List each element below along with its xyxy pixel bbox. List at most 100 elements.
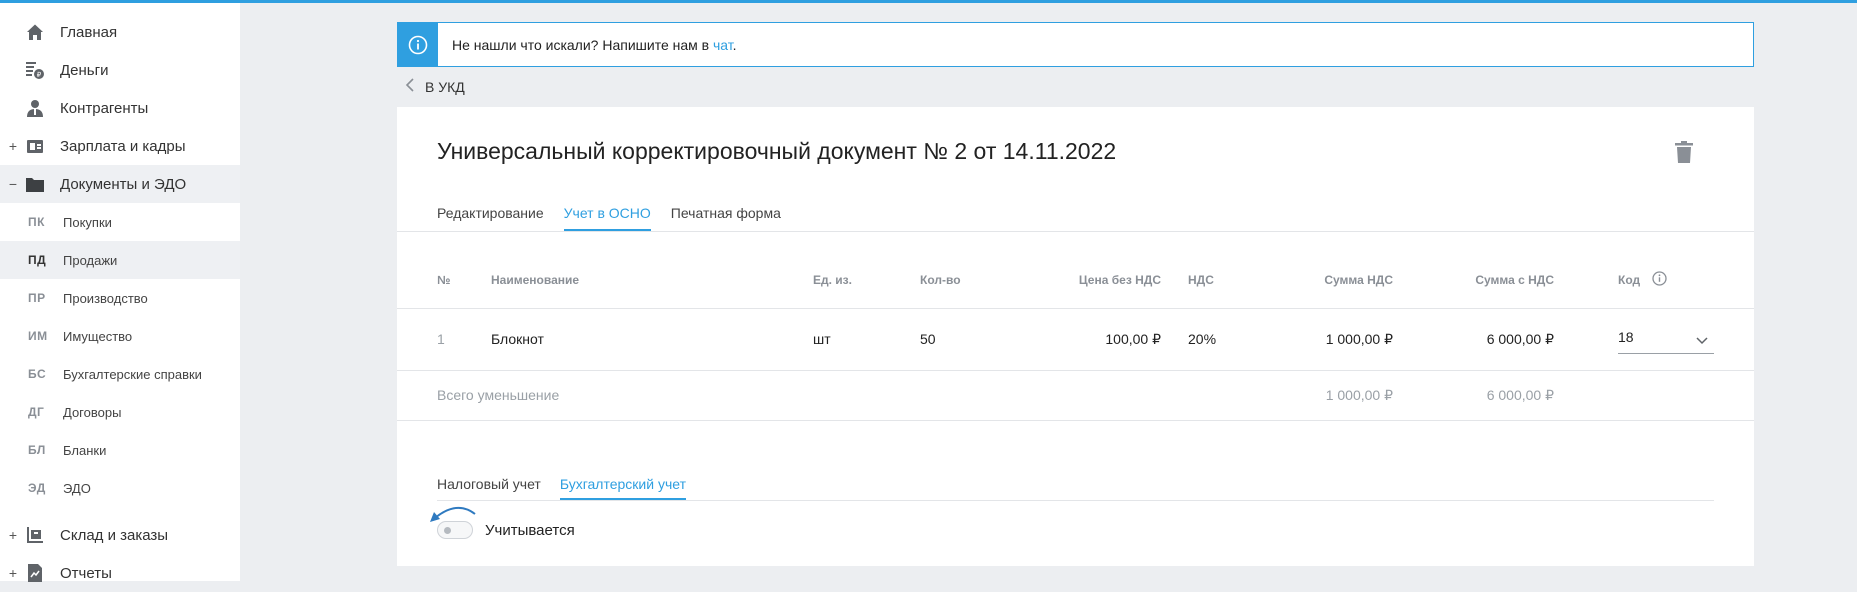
sidebar-subitem-forms[interactable]: БЛ Бланки [0,431,240,469]
expand-icon[interactable]: + [8,565,18,581]
document-card: Универсальный корректировочный документ … [397,107,1754,566]
sidebar-subitem-label: Бухгалтерские справки [63,366,202,382]
warehouse-icon [25,525,45,545]
contractors-icon [25,98,45,118]
accounted-toggle-label: Учитывается [485,522,575,539]
sidebar-item-label: Документы и ЭДО [60,175,187,193]
column-header-price: Цена без НДС [1078,273,1161,287]
home-icon [25,22,45,42]
banner-text: Не нашли что искали? Напишите нам в чат. [452,37,737,53]
sidebar-subitem-contracts[interactable]: ДГ Договоры [0,393,240,431]
sidebar-subitem-label: Покупки [63,214,112,230]
sidebar-subitem-edo[interactable]: ЭД ЭДО [0,469,240,507]
collapse-icon[interactable]: − [8,176,18,192]
sidebar-item-warehouse[interactable]: + Склад и заказы [0,516,240,554]
sidebar-subitem-purchases[interactable]: ПК Покупки [0,203,240,241]
sidebar-subitem-code: ПД [28,253,47,267]
tab-bookkeeping[interactable]: Бухгалтерский учет [559,476,686,500]
sidebar-item-home[interactable]: Главная [0,13,240,51]
sidebar-item-label: Зарплата и кадры [60,137,186,155]
row-price: 100,00 ₽ [1105,331,1161,347]
sidebar-subitem-code: ПР [28,291,46,305]
row-vat: 20% [1188,331,1217,347]
folder-icon [25,174,45,194]
code-select[interactable]: 18 [1618,323,1714,354]
tab-print-form[interactable]: Печатная форма [671,205,781,231]
sidebar-subitem-code: БС [28,367,47,381]
code-select-value: 18 [1618,329,1634,345]
sidebar-item-money[interactable]: ₽ Деньги [0,51,240,89]
sidebar-subitem-label: Имущество [63,328,133,344]
money-icon: ₽ [25,60,45,80]
chevron-left-icon [405,77,415,98]
expand-icon[interactable]: + [8,138,18,154]
row-unit: шт [813,331,831,347]
expand-icon[interactable]: + [8,527,18,543]
sidebar-subitem-property[interactable]: ИМ Имущество [0,317,240,355]
table-row-divider [397,370,1754,371]
chevron-down-icon [1696,332,1708,350]
sidebar-subitem-production[interactable]: ПР Производство [0,279,240,317]
sidebar: Главная ₽ Деньги Контрагенты + Зарплата … [0,3,240,582]
sidebar-subitem-label: Договоры [63,404,122,420]
sidebar-subitem-code: ИМ [28,329,48,343]
summary-vat-sum: 1 000,00 ₽ [1325,387,1393,403]
document-tabs: Редактирование Учет в ОСНО Печатная форм… [437,205,801,231]
info-icon[interactable] [1652,271,1667,291]
row-number: 1 [437,331,445,347]
tab-editing[interactable]: Редактирование [437,205,544,231]
chat-link[interactable]: чат [713,37,733,53]
trash-icon[interactable] [1673,140,1697,166]
column-header-unit: Ед. из. [813,273,852,287]
sidebar-subitem-sales[interactable]: ПД Продажи [0,241,240,279]
column-header-vat-sum: Сумма НДС [1324,273,1393,287]
sidebar-item-salary[interactable]: + Зарплата и кадры [0,127,240,165]
tab-osno-accounting[interactable]: Учет в ОСНО [563,205,651,231]
banner-message: Не нашли что искали? Напишите нам в [452,36,713,53]
row-vat-sum: 1 000,00 ₽ [1325,331,1393,347]
column-header-code: Код [1618,273,1641,287]
top-accent-bar [0,0,1857,3]
back-link[interactable]: В УКД [405,76,465,98]
sidebar-item-label: Контрагенты [60,99,149,117]
back-label: В УКД [425,79,465,95]
sidebar-subitem-label: ЭДО [63,480,91,496]
accounted-toggle[interactable] [437,521,473,539]
summary-total: 6 000,00 ₽ [1486,387,1554,403]
sidebar-subitem-code: ЭД [28,481,46,495]
column-header-number: № [437,273,451,287]
sidebar-item-label: Склад и заказы [60,526,169,544]
sidebar-subitem-code: ДГ [28,405,45,419]
banner-suffix: . [732,36,737,53]
accounting-subtabs: Налоговый учет Бухгалтерский учет [437,476,705,500]
page-title: Универсальный корректировочный документ … [437,138,1117,164]
column-header-name: Наименование [491,273,580,287]
sidebar-subitem-accounting-notes[interactable]: БС Бухгалтерские справки [0,355,240,393]
sidebar-item-label: Отчеты [60,564,112,582]
sidebar-subitem-code: ПК [28,215,45,229]
info-icon [398,23,438,66]
sidebar-item-label: Главная [60,23,118,41]
sidebar-subitem-code: БЛ [28,443,46,457]
column-header-quantity: Кол-во [920,273,961,287]
sidebar-item-documents[interactable]: − Документы и ЭДО [0,165,240,203]
info-banner: Не нашли что искали? Напишите нам в чат. [397,22,1754,67]
tab-tax-accounting[interactable]: Налоговый учет [437,476,541,500]
sidebar-subitem-label: Продажи [63,252,118,268]
salary-icon [25,136,45,156]
svg-text:₽: ₽ [37,71,42,79]
reports-icon [25,563,45,583]
subtabs-divider [437,500,1714,501]
sidebar-item-reports[interactable]: + Отчеты [0,554,240,592]
summary-divider [397,420,1754,421]
sidebar-subitem-label: Бланки [63,442,107,458]
toggle-knob [444,527,451,534]
summary-label: Всего уменьшение [437,387,560,403]
row-name: Блокнот [491,331,544,347]
column-header-vat: НДС [1188,273,1214,287]
sidebar-item-label: Деньги [60,61,109,79]
tabs-divider [397,231,1754,232]
sidebar-item-contractors[interactable]: Контрагенты [0,89,240,127]
sidebar-subitem-label: Производство [63,290,148,306]
table-header-divider [397,308,1754,309]
